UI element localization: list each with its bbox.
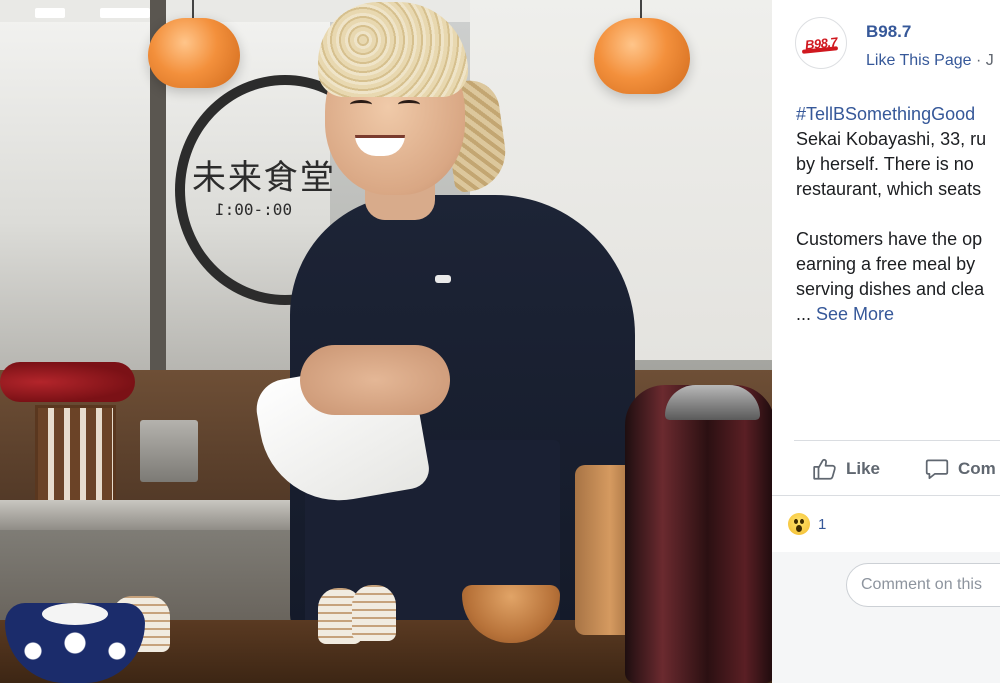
- bowl-rim: [42, 603, 108, 625]
- ellipsis: ...: [796, 304, 817, 324]
- page-avatar[interactable]: B98.7: [795, 17, 847, 69]
- post-line: by herself. There is no: [796, 154, 974, 174]
- post-line: Sekai Kobayashi, 33, ru: [796, 129, 987, 149]
- wow-icon: [788, 513, 810, 535]
- hashtag-link[interactable]: #TellBSomethingGood: [796, 104, 975, 124]
- steel-tray: [140, 420, 198, 482]
- comment-bubble-icon: [924, 456, 950, 482]
- door-hours-text: 00:-00:1: [215, 200, 293, 219]
- page-meta: Like This Page · J: [866, 52, 994, 70]
- post-photo[interactable]: 堂食来未 00:-00:1: [0, 0, 772, 683]
- reaction-count: 1: [818, 515, 827, 533]
- red-bowls: [0, 362, 135, 402]
- thermos-kettle: [625, 385, 772, 683]
- tea-stand: [35, 405, 116, 506]
- post-line: Customers have the op: [796, 229, 983, 249]
- pendant-lamp: [594, 18, 690, 94]
- lamp-cord: [192, 0, 194, 20]
- post-line: serving dishes and clea: [796, 279, 985, 299]
- like-this-page-link[interactable]: Like This Page: [866, 52, 972, 69]
- divider: [772, 495, 1000, 496]
- woman-eye: [398, 100, 420, 109]
- teacup: [352, 585, 396, 641]
- shirt-logo: [435, 275, 451, 283]
- see-more-link[interactable]: See More: [816, 304, 894, 324]
- thermos-lid: [665, 385, 760, 420]
- door-sign-text: 堂食来未: [190, 158, 334, 198]
- post-text: #TellBSomethingGood Sekai Kobayashi, 33,…: [796, 102, 986, 327]
- pendant-lamp: [148, 18, 240, 88]
- reactions-summary[interactable]: 1: [788, 512, 826, 536]
- ceiling-light: [35, 8, 65, 18]
- woman-hands: [300, 345, 450, 415]
- comment-button[interactable]: Com: [924, 452, 996, 486]
- ceiling-light: [100, 8, 150, 18]
- divider: [794, 440, 1000, 441]
- like-label: Like: [846, 459, 881, 478]
- photo-viewer: 堂食来未 00:-00:1 B98.7 B98.7 Like This Page…: [0, 0, 1000, 683]
- comment-input[interactable]: [846, 563, 1000, 607]
- page-name-link[interactable]: B98.7: [866, 22, 911, 42]
- counter-steel: [0, 500, 330, 530]
- thumbs-up-icon: [812, 456, 838, 482]
- post-line: restaurant, which seats: [796, 179, 982, 199]
- woman-eye: [350, 100, 372, 109]
- post-line: earning a free meal by: [796, 254, 976, 274]
- comment-label: Com: [958, 459, 996, 478]
- like-button[interactable]: Like: [812, 452, 880, 486]
- lamp-cord: [640, 0, 642, 20]
- post-date: · J: [971, 52, 994, 69]
